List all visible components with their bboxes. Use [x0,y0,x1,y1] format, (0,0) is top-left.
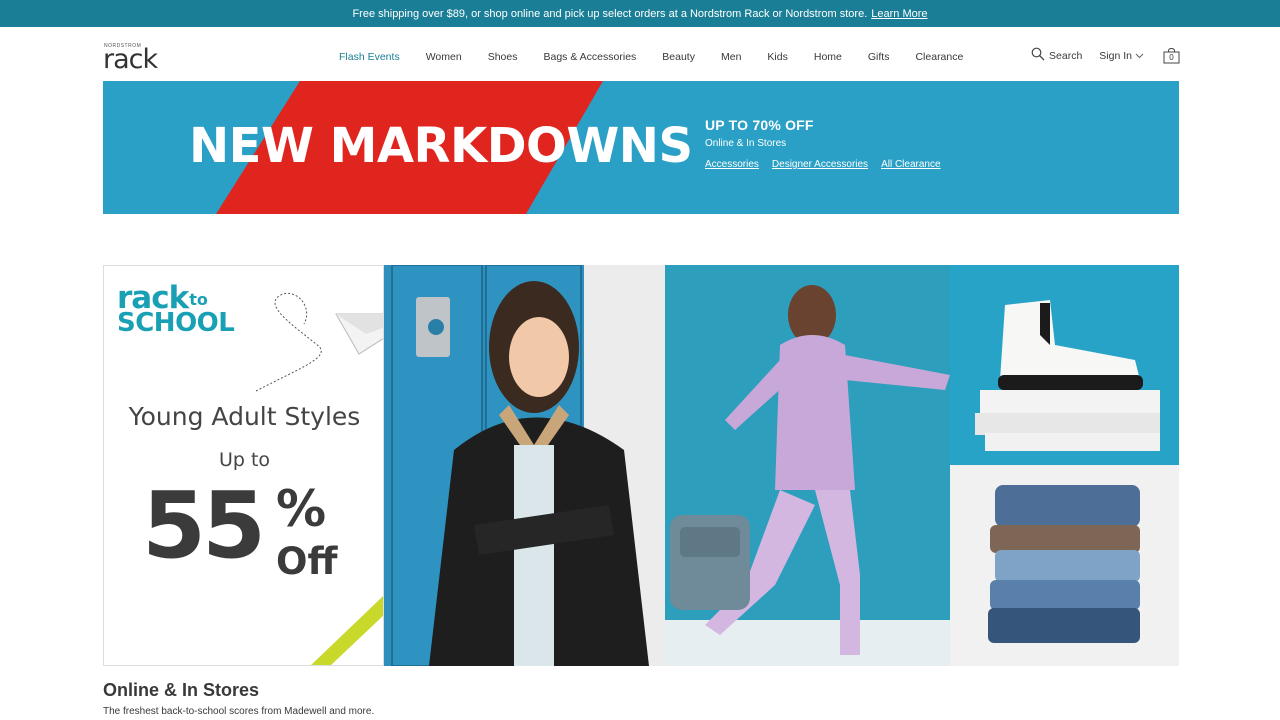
nav-item-beauty[interactable]: Beauty [662,51,695,63]
utility-nav: Search Sign In 0 [1031,47,1180,64]
sign-in-button[interactable]: Sign In [1099,50,1144,62]
designer-accessories-link[interactable]: Designer Accessories [772,159,868,170]
hero-details: UP TO 70% OFF Online & In Stores Accesso… [705,117,941,170]
nav-item-gifts[interactable]: Gifts [868,51,890,63]
sign-in-label: Sign In [1099,49,1132,62]
accessories-link[interactable]: Accessories [705,159,759,170]
promo-heading: Young Adult Styles [128,402,361,431]
nav-item-flash-events[interactable]: Flash Events [339,51,400,63]
shopping-bag-button[interactable]: 0 [1163,47,1180,64]
chevron-down-icon [1135,50,1144,62]
promo-upto: Up to [218,449,271,471]
nav-item-kids[interactable]: Kids [767,51,787,63]
promo-percent-value: 55 [142,472,266,579]
all-clearance-link[interactable]: All Clearance [881,159,940,170]
hero-subline: Online & In Stores [705,138,787,149]
rack-to-school-promo[interactable]: rackto SCHOOL Young Adult Styles Up to 5… [103,265,1179,666]
main-nav: Flash Events Women Shoes Bags & Accessor… [339,51,963,63]
nordstrom-rack-logo[interactable]: NORDSTROM rack [103,43,163,73]
nav-item-clearance[interactable]: Clearance [915,51,963,63]
bag-count: 0 [1169,52,1174,62]
promo-bar: Free shipping over $89, or shop online a… [0,0,1280,27]
nav-item-women[interactable]: Women [426,51,462,63]
nav-item-bags-accessories[interactable]: Bags & Accessories [543,51,636,63]
girl-locker-photo [384,265,665,666]
search-icon [1031,47,1045,64]
promo-text-panel: rackto SCHOOL Young Adult Styles Up to 5… [103,265,384,666]
promo-off: Off [276,540,338,583]
logo-big-text: rack [103,44,158,75]
section-title: Online & In Stores [103,680,260,700]
hero-title: NEW MARKDOWNS [189,118,693,174]
nav-item-men[interactable]: Men [721,51,741,63]
site-header: NORDSTROM rack Flash Events Women Shoes … [0,27,1280,81]
white-boot-photo [950,265,1179,465]
guy-tie-dye-photo [665,265,950,666]
learn-more-link[interactable]: Learn More [871,8,927,20]
new-markdowns-banner[interactable]: NEW MARKDOWNS UP TO 70% OFF Online & In … [103,81,1179,214]
promo-text: Free shipping over $89, or shop online a… [352,7,868,20]
section-subtitle: The freshest back-to-school scores from … [103,706,375,717]
nav-item-shoes[interactable]: Shoes [488,51,518,63]
hero-links: Accessories Designer Accessories All Cle… [705,159,941,170]
denim-stack-photo [950,465,1179,666]
search-label: Search [1049,49,1083,62]
hero-headline: UP TO 70% OFF [705,117,814,133]
promo-percent-sign: % [276,480,327,538]
search-button[interactable]: Search [1031,47,1082,64]
nav-item-home[interactable]: Home [814,51,842,63]
